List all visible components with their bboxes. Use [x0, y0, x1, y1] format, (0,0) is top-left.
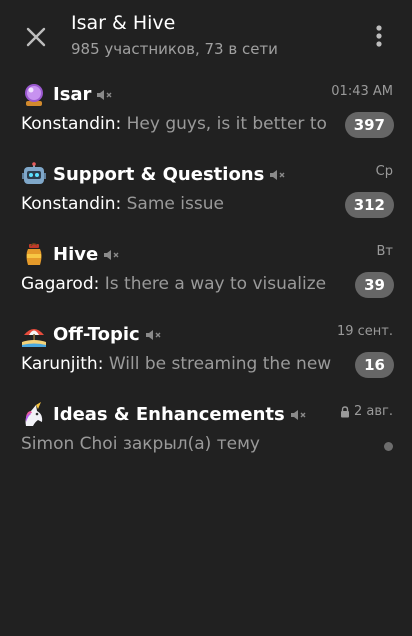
close-icon — [26, 27, 46, 47]
group-title: Isar & Hive — [71, 12, 176, 34]
topic-list: Isar 01:43 AM Konstandin: Hey guys, is i… — [0, 76, 412, 476]
message-text: Simon Choi закрыл(а) тему — [21, 434, 260, 454]
unread-count-badge: 39 — [355, 272, 394, 298]
crystal-ball-icon — [21, 82, 47, 108]
message-text: Hey guys, is it better to — [121, 114, 327, 134]
topic-last-message: Konstandin: Hey guys, is it better to — [21, 114, 339, 134]
message-author: Karunjith: — [21, 354, 104, 374]
message-text: Is there a way to visualize — [99, 274, 327, 294]
topic-time: 19 сент. — [336, 324, 393, 339]
lock-icon — [340, 405, 350, 418]
more-vertical-icon — [376, 25, 382, 47]
honey-pot-icon — [21, 242, 47, 268]
muted-speaker-icon — [290, 408, 308, 422]
topic-last-message: Karunjith: Will be streaming the new — [21, 354, 339, 374]
message-author: Konstandin: — [21, 194, 122, 214]
beach-icon — [21, 322, 47, 348]
message-author: Konstandin: — [21, 114, 122, 134]
muted-speaker-icon — [96, 88, 114, 102]
topic-last-message: Simon Choi закрыл(а) тему — [21, 434, 339, 454]
topic-time: 01:43 AM — [331, 84, 393, 99]
muted-speaker-icon — [103, 248, 121, 262]
topic-item-hive[interactable]: Hive Вт Gagarod: Is there a way to visua… — [0, 236, 412, 316]
read-status-dot — [384, 442, 393, 451]
topic-time: 2 авг. — [340, 404, 393, 419]
topic-name: Hive — [53, 244, 99, 265]
topic-name: Ideas & Enhancements — [53, 404, 285, 425]
topic-last-message: Gagarod: Is there a way to visualize — [21, 274, 339, 294]
close-button[interactable] — [22, 23, 50, 51]
unicorn-icon — [21, 402, 47, 428]
topic-name: Support & Questions — [53, 164, 265, 185]
topic-item-support-questions[interactable]: Support & Questions Ср Konstandin: Same … — [0, 156, 412, 236]
topic-item-off-topic[interactable]: Off-Topic 19 сент. Karunjith: Will be st… — [0, 316, 412, 396]
chat-header: Isar & Hive 985 участников, 73 в сети — [0, 0, 412, 72]
unread-count-badge: 312 — [344, 192, 394, 218]
muted-speaker-icon — [269, 168, 287, 182]
message-text: Will be streaming the new — [103, 354, 332, 374]
message-author: Gagarod: — [21, 274, 100, 294]
topic-last-message: Konstandin: Same issue — [21, 194, 339, 214]
group-member-count: 985 участников, 73 в сети — [71, 40, 278, 58]
topic-item-isar[interactable]: Isar 01:43 AM Konstandin: Hey guys, is i… — [0, 76, 412, 156]
topic-name: Isar — [53, 84, 92, 105]
muted-speaker-icon — [145, 328, 163, 342]
unread-count-badge: 397 — [344, 112, 394, 138]
robot-icon — [21, 162, 47, 188]
message-text: Same issue — [121, 194, 224, 214]
topic-time: Вт — [376, 244, 394, 259]
topic-item-ideas-enhancements[interactable]: Ideas & Enhancements 2 авг. Simon Choi з… — [0, 396, 412, 476]
unread-count-badge: 16 — [355, 352, 394, 378]
topic-name: Off-Topic — [53, 324, 140, 345]
topic-time: Ср — [375, 164, 393, 179]
more-options-button[interactable] — [368, 22, 390, 50]
